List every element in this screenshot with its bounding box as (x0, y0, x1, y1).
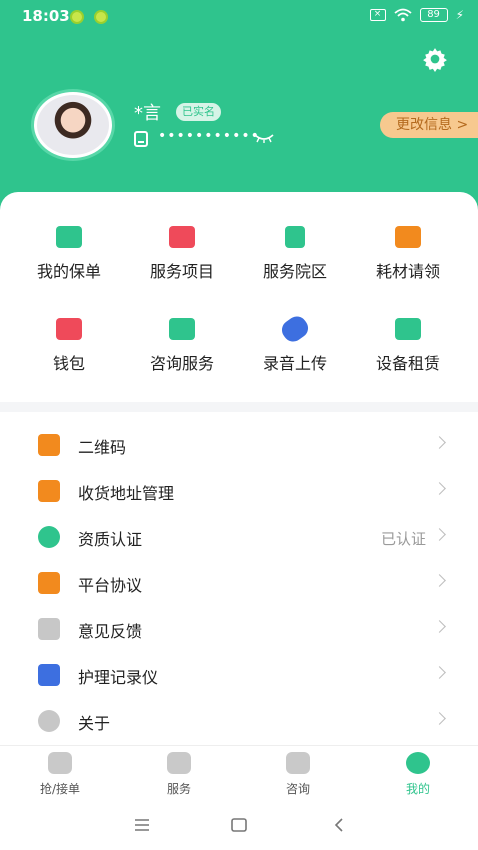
chevron-right-icon (433, 574, 446, 587)
gear-icon[interactable] (422, 46, 448, 72)
consult-icon (286, 752, 310, 774)
qr-code-icon (38, 434, 60, 456)
chevron-right-icon (433, 712, 446, 725)
status-time: 18:03 (22, 7, 70, 25)
grid-item-hospital[interactable]: 服务院区 (240, 226, 350, 282)
notification-icon (70, 10, 84, 24)
home-icon[interactable] (229, 817, 249, 833)
tab-mine[interactable]: 我的 (358, 752, 478, 797)
chevron-right-icon (433, 482, 446, 495)
chevron-right-icon (433, 666, 446, 679)
address-book-icon (38, 480, 60, 502)
eye-closed-icon[interactable] (254, 132, 274, 144)
user-name: *言 (134, 103, 161, 124)
tab-grab-order[interactable]: 抢/接单 (0, 752, 120, 797)
mine-icon (406, 752, 430, 774)
system-nav-bar (0, 801, 478, 850)
grab-order-icon (48, 752, 72, 774)
quick-actions-grid: 我的保单 服务项目 服务院区 耗材请领 钱包 咨询服务 录音上传 设备租赁 (0, 192, 478, 402)
policy-shield-icon (56, 226, 82, 248)
chevron-right-icon (433, 528, 446, 541)
chevron-right-icon (433, 620, 446, 633)
grid-item-policy[interactable]: 我的保单 (14, 226, 124, 282)
device-icon (395, 318, 421, 340)
grid-item-wallet[interactable]: 钱包 (14, 318, 124, 374)
list-item-feedback[interactable]: 意见反馈 (0, 606, 478, 652)
tab-service[interactable]: 服务 (119, 752, 239, 797)
medical-kit-icon (395, 226, 421, 248)
service-icon (167, 752, 191, 774)
wifi-icon (393, 8, 412, 22)
grid-item-supplies[interactable]: 耗材请领 (353, 226, 463, 282)
certification-status: 已认证 (380, 530, 426, 548)
recorder-icon (38, 664, 60, 686)
phone-icon (134, 131, 148, 147)
phone-number: ••••••••••• (158, 128, 260, 144)
list-item-about[interactable]: 关于 (0, 698, 478, 744)
notification-icon (94, 10, 108, 24)
grid-item-consult[interactable]: 咨询服务 (127, 318, 237, 374)
menu-icon[interactable] (132, 817, 152, 833)
edit-info-button[interactable]: 更改信息 > (380, 112, 478, 138)
grid-item-upload-audio[interactable]: 录音上传 (240, 312, 350, 374)
building-icon (285, 226, 305, 248)
grid-item-rental[interactable]: 设备租赁 (353, 318, 463, 374)
charging-icon: ⚡ (455, 8, 464, 22)
status-bar: 18:03 × 89 ⚡ (0, 0, 478, 34)
back-icon[interactable] (330, 817, 350, 833)
grid-item-services[interactable]: 服务项目 (127, 226, 237, 282)
list-item-qr-code[interactable]: 二维码 (0, 422, 478, 468)
microphone-icon (278, 312, 312, 346)
sim-icon: × (369, 9, 386, 21)
tab-consult[interactable]: 咨询 (238, 752, 358, 797)
settings-list: 二维码 收货地址管理 资质认证 已认证 平台协议 意见反馈 护理记录仪 关于 (0, 412, 478, 745)
list-item-recorder[interactable]: 护理记录仪 (0, 652, 478, 698)
battery-icon: 89 (419, 8, 448, 22)
folder-list-icon (169, 226, 195, 248)
feedback-bubble-icon (38, 618, 60, 640)
wallet-icon (56, 318, 82, 340)
list-item-certification[interactable]: 资质认证 已认证 (0, 514, 478, 560)
list-item-address[interactable]: 收货地址管理 (0, 468, 478, 514)
list-item-agreement[interactable]: 平台协议 (0, 560, 478, 606)
info-icon (38, 710, 60, 732)
chevron-right-icon (433, 436, 446, 449)
bottom-tab-bar: 抢/接单 服务 咨询 我的 (0, 745, 478, 801)
certificate-badge-icon (38, 526, 60, 548)
agreement-doc-icon (38, 572, 60, 594)
verified-badge: 已实名 (176, 103, 221, 121)
chat-bubble-icon (169, 318, 195, 340)
avatar[interactable] (34, 92, 112, 158)
